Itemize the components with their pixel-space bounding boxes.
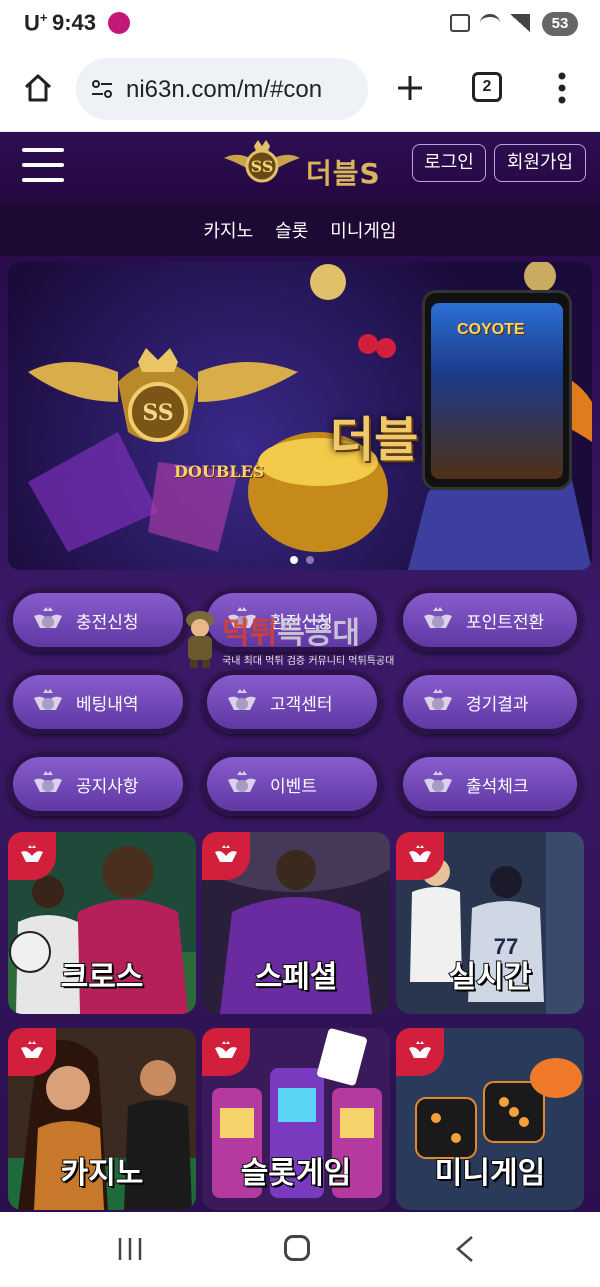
crest-icon (228, 607, 256, 628)
pagination-dot[interactable] (306, 556, 314, 564)
menu-bet-history-button[interactable]: 베팅내역 (8, 670, 188, 734)
hero-banner[interactable]: SS DOUBLES 더블S COYOTE (8, 262, 592, 570)
menu-support-button[interactable]: 고객센터 (202, 670, 382, 734)
menu-label: 베팅내역 (76, 695, 139, 715)
menu-withdraw-button[interactable]: 환전신청 (202, 588, 382, 652)
menu-attendance-button[interactable]: 출석체크 (398, 752, 582, 816)
signal-icon (510, 14, 530, 32)
site-logo[interactable]: SS 더블S (220, 136, 390, 198)
pagination-dot[interactable] (290, 556, 298, 564)
game-card-special[interactable]: 스페셜 (202, 832, 390, 1014)
svg-text:SS: SS (251, 157, 274, 176)
crown-badge-icon (202, 832, 250, 880)
menu-deposit-button[interactable]: 충전신청 (8, 588, 188, 652)
wifi-icon (480, 14, 500, 32)
banner-emblem-text: DOUBLES (174, 462, 265, 481)
menu-label: 환전신청 (270, 613, 333, 633)
crest-icon (228, 771, 256, 792)
recent-apps-icon[interactable] (116, 1236, 144, 1262)
browser-toolbar: ni63n.com/m/#con 2 (0, 50, 600, 132)
card-label: 슬롯게임 (240, 1155, 352, 1192)
category-nav: 카지노 슬롯 미니게임 (0, 204, 600, 256)
site-header: SS 더블S 로그인 회원가입 (0, 132, 600, 204)
menu-event-button[interactable]: 이벤트 (202, 752, 382, 816)
crest-icon (228, 689, 256, 710)
site-settings-icon[interactable] (90, 77, 114, 101)
game-card-slot[interactable]: 슬롯게임 (202, 1028, 390, 1210)
card-label: 실시간 (448, 959, 533, 996)
menu-label: 충전신청 (76, 613, 139, 633)
game-card-minigame[interactable]: 미니게임 (396, 1028, 584, 1210)
notification-app-icon (108, 12, 130, 34)
card-label: 크로스 (60, 959, 145, 996)
banner-phone-image: COYOTE (422, 290, 572, 490)
menu-results-button[interactable]: 경기결과 (398, 670, 582, 734)
crest-icon (424, 689, 452, 710)
crest-icon (424, 771, 452, 792)
address-bar[interactable]: ni63n.com/m/#con (76, 58, 368, 120)
crown-badge-icon (202, 1028, 250, 1076)
carrier-label: U+ (24, 10, 48, 36)
game-card-cross[interactable]: 크로스 (8, 832, 196, 1014)
game-card-casino[interactable]: 카지노 (8, 1028, 196, 1210)
system-icons (450, 14, 530, 32)
crown-badge-icon (396, 832, 444, 880)
system-nav-bar (0, 1212, 600, 1287)
menu-point-exchange-button[interactable]: 포인트전환 (398, 588, 582, 652)
status-bar: U+ 9:43 53 (0, 0, 600, 50)
tab-switcher-button[interactable]: 2 (472, 72, 502, 102)
nav-casino[interactable]: 카지노 (203, 217, 253, 243)
menu-label: 경기결과 (466, 695, 529, 715)
crest-icon (34, 607, 62, 628)
crown-badge-icon (8, 1028, 56, 1076)
nav-minigame[interactable]: 미니게임 (330, 217, 396, 243)
crest-icon (34, 689, 62, 710)
menu-label: 포인트전환 (466, 613, 545, 633)
card-label: 카지노 (60, 1155, 145, 1192)
menu-label: 출석체크 (466, 777, 529, 797)
main-content: SS DOUBLES 더블S COYOTE 충전신청 환전신청 포인트전환 베팅… (0, 256, 600, 1212)
back-icon[interactable] (454, 1235, 476, 1263)
home-icon[interactable] (22, 72, 54, 104)
banner-pagination[interactable] (290, 556, 314, 564)
hamburger-menu-icon[interactable] (22, 148, 64, 184)
watermark-subtitle: 국내 최대 먹튀 검증 커뮤니티 먹튀특공대 (222, 656, 395, 667)
card-label: 미니게임 (434, 1155, 546, 1192)
menu-label: 고객센터 (270, 695, 333, 715)
menu-notice-button[interactable]: 공지사항 (8, 752, 188, 816)
crown-badge-icon (396, 1028, 444, 1076)
home-button-icon[interactable] (284, 1235, 310, 1261)
new-tab-icon[interactable] (394, 72, 426, 104)
login-button[interactable]: 로그인 (412, 144, 486, 182)
url-text[interactable]: ni63n.com/m/#con (126, 76, 362, 104)
menu-label: 이벤트 (270, 777, 317, 797)
crest-icon (34, 771, 62, 792)
clock: 9:43 (52, 10, 97, 35)
mute-icon (450, 14, 470, 32)
game-card-live[interactable]: 77 실시간 (396, 832, 584, 1014)
nav-slot[interactable]: 슬롯 (275, 217, 308, 243)
svg-text:SS: SS (142, 400, 173, 426)
phone-game-title: COYOTE (457, 321, 525, 338)
crown-badge-icon (8, 832, 56, 880)
battery-indicator: 53 (542, 12, 578, 36)
card-label: 스페셜 (254, 959, 339, 996)
logo-text: 더블S (306, 157, 381, 190)
logo-emblem-icon: SS (224, 140, 300, 183)
menu-label: 공지사항 (76, 777, 139, 797)
more-menu-icon[interactable] (556, 70, 568, 106)
signup-button[interactable]: 회원가입 (494, 144, 586, 182)
crest-icon (424, 607, 452, 628)
